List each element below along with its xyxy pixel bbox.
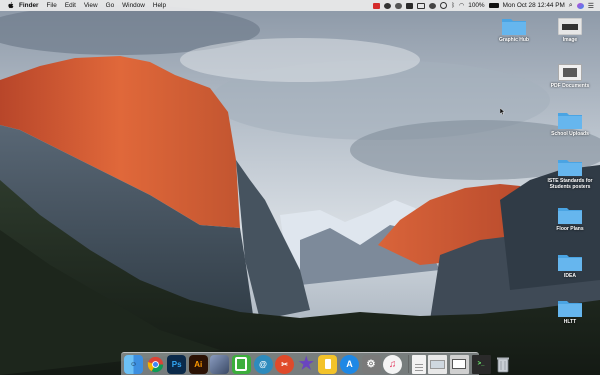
desktop-folder-idea[interactable]: IDEA: [542, 252, 598, 279]
menu-bar: Finder File Edit View Go Window Help ᛒ ◠…: [0, 0, 600, 11]
system-preferences-icon[interactable]: ⚙: [361, 354, 381, 374]
clock-text[interactable]: Mon Oct 28 12:44 PM: [503, 2, 565, 9]
photoshop-icon[interactable]: Ps: [167, 354, 187, 374]
chrome-icon[interactable]: [146, 355, 165, 374]
apple-logo-icon[interactable]: [8, 2, 14, 9]
battery-percent: 100%: [468, 2, 485, 9]
desktop-wallpaper: [0, 0, 600, 375]
illustrator-icon[interactable]: Ai: [188, 354, 208, 374]
desktop-icon-label: HLTT: [563, 319, 577, 325]
sync-icon[interactable]: [429, 2, 437, 9]
cloud-icon[interactable]: [395, 2, 403, 9]
greenscreen-app-icon[interactable]: [231, 354, 251, 374]
mirroring-icon[interactable]: [384, 2, 392, 9]
menu-window[interactable]: Window: [122, 2, 145, 9]
imovie-star-icon[interactable]: ★: [297, 354, 316, 374]
folder-icon: [558, 208, 582, 224]
siri-icon[interactable]: [576, 2, 584, 9]
desktop-icon-label: School Uploads: [551, 131, 589, 137]
desktop-icon-label: Image: [562, 37, 578, 43]
folder-icon: [558, 160, 582, 176]
keynote-icon[interactable]: [318, 354, 338, 374]
dock: ☺ Ps Ai @ ✂ ★ A ⚙ ♫ >_: [121, 352, 509, 375]
menu-view[interactable]: View: [84, 2, 98, 9]
desktop-file-pdf-documents[interactable]: PDF Documents: [542, 64, 598, 89]
photos-app-icon[interactable]: [210, 354, 230, 374]
folder-icon: [558, 301, 582, 317]
desktop-icon-label: Graphic Hub: [498, 37, 529, 43]
mouse-pointer-icon: [500, 108, 505, 115]
image-thumbnail-icon: [558, 18, 582, 35]
app-store-icon[interactable]: A: [339, 354, 359, 374]
folder-icon: [558, 113, 582, 129]
adobe-cc-icon[interactable]: [373, 2, 381, 9]
search-icon[interactable]: ⌕: [569, 2, 573, 10]
desktop-icon-label: PDF Documents: [550, 83, 590, 89]
chrome-extension-icon[interactable]: [406, 2, 414, 9]
remote-desktop-icon[interactable]: ✂: [275, 354, 295, 374]
desktop-file-image[interactable]: Image: [542, 18, 598, 43]
document-icon[interactable]: [411, 354, 426, 374]
desktop-icon-label: IDEA: [564, 273, 576, 279]
notification-center-icon[interactable]: ☰: [588, 2, 594, 10]
menu-edit[interactable]: Edit: [65, 2, 76, 9]
terminal-thumb-icon[interactable]: >_: [471, 354, 491, 374]
menu-help[interactable]: Help: [153, 2, 166, 9]
dock-separator: [407, 355, 409, 373]
desktop-folder-school-uploads[interactable]: School Uploads: [542, 110, 598, 137]
menu-go[interactable]: Go: [106, 2, 115, 9]
battery-icon[interactable]: [488, 3, 499, 8]
desktop-icon-label: Floor Plans: [556, 226, 584, 232]
screenshot-thumb-icon[interactable]: [428, 354, 448, 374]
menu-file[interactable]: File: [47, 2, 57, 9]
window-thumb-icon[interactable]: [449, 354, 469, 374]
bluetooth-icon[interactable]: ᛒ: [451, 3, 455, 9]
image-thumbnail-icon: [558, 64, 582, 81]
finder-icon[interactable]: ☺: [124, 354, 143, 374]
folder-icon: [558, 255, 582, 271]
desktop-folder-graphic-hub[interactable]: Graphic Hub: [486, 16, 542, 43]
timemachine-icon[interactable]: [440, 2, 448, 9]
wifi-icon[interactable]: ◠: [459, 2, 464, 9]
itunes-icon[interactable]: ♫: [383, 354, 403, 374]
display-icon[interactable]: [417, 2, 426, 9]
desktop-folder-floor-plans[interactable]: Floor Plans: [542, 205, 598, 232]
desktop-folder-iste-standards[interactable]: ISTE Standards for Students posters: [542, 157, 598, 190]
folder-icon: [502, 19, 526, 35]
menu-finder[interactable]: Finder: [19, 2, 39, 9]
desktop-icon-label: ISTE Standards for Students posters: [547, 178, 593, 190]
desktop-folder-hltt[interactable]: HLTT: [542, 298, 598, 325]
trash-icon[interactable]: [493, 355, 512, 374]
at-mail-icon[interactable]: @: [253, 354, 273, 374]
